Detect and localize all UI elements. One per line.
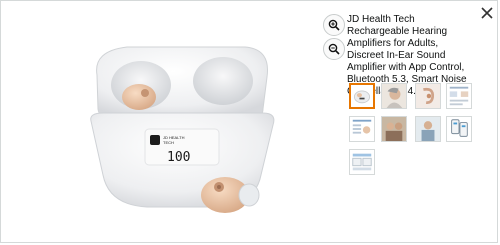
zoom-out-icon xyxy=(328,43,340,55)
thumbnail-woman-ear[interactable] xyxy=(381,83,407,109)
close-button[interactable] xyxy=(478,4,496,22)
thumbnail-earbuds-case[interactable] xyxy=(349,83,375,109)
zoom-in-button[interactable] xyxy=(323,14,345,36)
battery-display: 100 xyxy=(167,150,190,165)
zoom-out-button[interactable] xyxy=(323,38,345,60)
thumbnail-app-screens[interactable] xyxy=(446,116,472,142)
thumbnail-box-contents[interactable] xyxy=(349,149,375,175)
thumbnail-man-using-device[interactable] xyxy=(415,116,441,142)
close-icon xyxy=(481,7,493,19)
thumbnail-elderly-couple[interactable] xyxy=(381,116,407,142)
main-product-image[interactable]: JD HEALTH TECH 100 xyxy=(67,17,295,235)
zoom-in-icon xyxy=(328,19,340,31)
thumbnail-ear-hearing-aid[interactable] xyxy=(415,83,441,109)
thumbnail-specs-infographic[interactable] xyxy=(349,116,375,142)
thumbnail-features-infographic[interactable] xyxy=(446,83,472,109)
brand-text-2: TECH xyxy=(163,140,174,145)
image-viewer-modal: JD HEALTH TECH 100 JD Health Tech Rechar… xyxy=(0,0,498,243)
